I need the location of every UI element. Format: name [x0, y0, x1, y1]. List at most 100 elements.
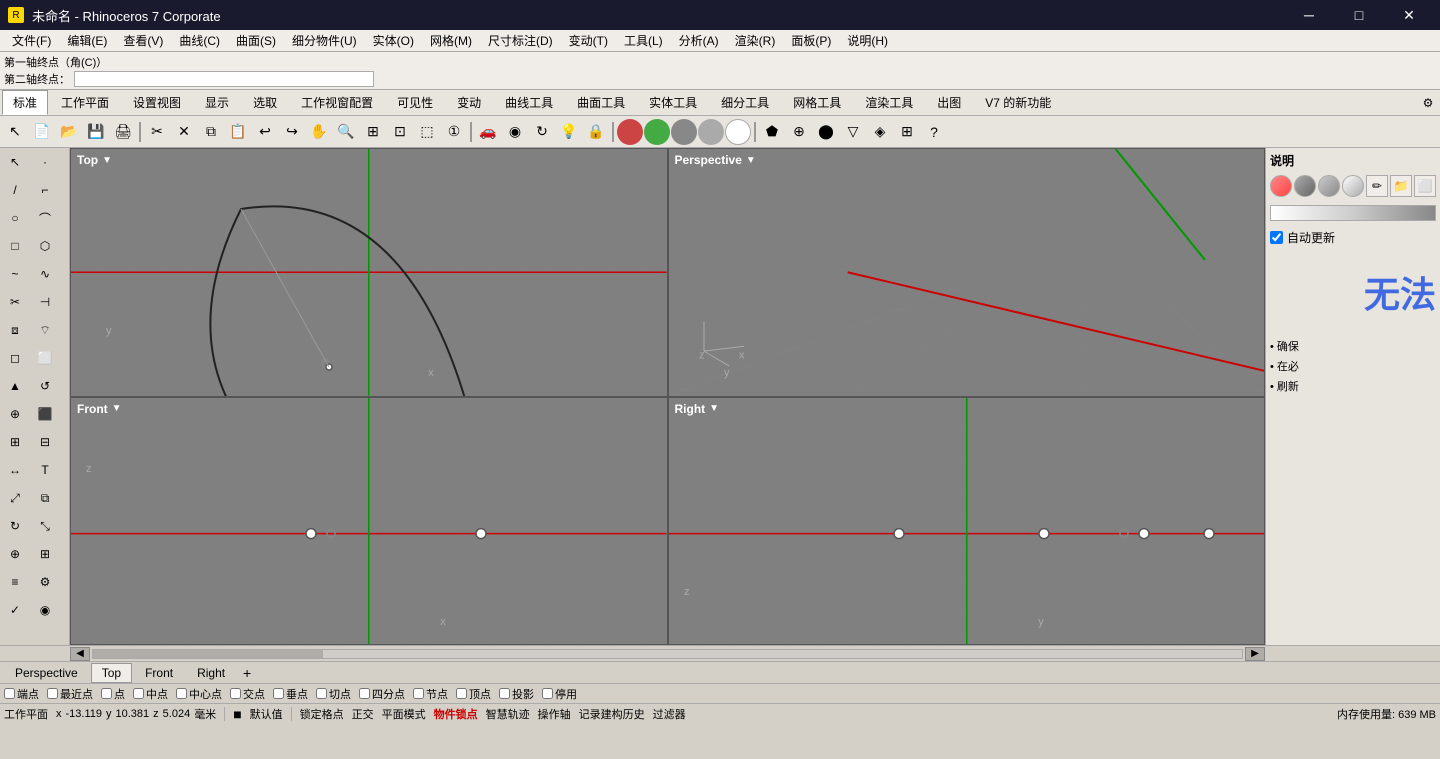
zoom-sel-icon[interactable]: ⊡: [387, 119, 413, 145]
close-button[interactable]: ✕: [1386, 0, 1432, 30]
pan-icon[interactable]: ✋: [306, 119, 332, 145]
tab-workplane[interactable]: 工作平面: [50, 90, 120, 115]
vp-tab-top[interactable]: Top: [91, 663, 132, 683]
tool3-icon[interactable]: ⬤: [813, 119, 839, 145]
tab-standard[interactable]: 标准: [2, 90, 48, 115]
panel-icon-4[interactable]: [1342, 175, 1364, 197]
menu-surface[interactable]: 曲面(S): [228, 30, 284, 51]
trim-tool[interactable]: ✂: [0, 288, 30, 316]
copy2-tool[interactable]: ⧉: [30, 484, 60, 512]
vp-tab-right[interactable]: Right: [186, 663, 236, 683]
render2-icon[interactable]: ◉: [502, 119, 528, 145]
prop-tool[interactable]: ⚙: [30, 568, 60, 596]
auto-update-checkbox[interactable]: 自动更新: [1270, 229, 1436, 246]
text-tool[interactable]: T: [30, 456, 60, 484]
menu-render[interactable]: 渲染(R): [727, 30, 784, 51]
menu-solid[interactable]: 实体(O): [365, 30, 422, 51]
tab-subd-tools[interactable]: 细分工具: [710, 90, 780, 115]
menu-analysis[interactable]: 分析(A): [671, 30, 727, 51]
filter[interactable]: 过滤器: [653, 706, 686, 722]
extend-tool[interactable]: ⊣: [30, 288, 60, 316]
viewport-right-arrow[interactable]: ▼: [709, 403, 719, 414]
color2-icon[interactable]: [644, 119, 670, 145]
tab-select[interactable]: 选取: [242, 90, 288, 115]
snap-mid[interactable]: 中点: [133, 686, 168, 702]
lock-grid[interactable]: 锁定格点: [300, 706, 344, 722]
snap-center[interactable]: 中心点: [176, 686, 222, 702]
record-history[interactable]: 记录建构历史: [579, 706, 645, 722]
select-tool[interactable]: ↖: [0, 148, 30, 176]
color1-icon[interactable]: [617, 119, 643, 145]
polygon-tool[interactable]: ⬡: [30, 232, 60, 260]
surface1-tool[interactable]: ◻: [0, 344, 30, 372]
viewport-front[interactable]: Front ▼ z x: [70, 397, 668, 646]
obj-lock[interactable]: 物件锁点: [434, 706, 478, 722]
snap-vertex[interactable]: 顶点: [456, 686, 491, 702]
tool2-icon[interactable]: ⊕: [786, 119, 812, 145]
mesh1-tool[interactable]: ⊞: [0, 428, 30, 456]
move-tool[interactable]: ⤢: [0, 484, 30, 512]
copy-icon[interactable]: ⧉: [198, 119, 224, 145]
scale-tool[interactable]: ⤡: [30, 512, 60, 540]
bool-tool[interactable]: ⊕: [0, 400, 30, 428]
viewport-top-arrow[interactable]: ▼: [102, 155, 112, 166]
mesh2-tool[interactable]: ⊟: [30, 428, 60, 456]
cplane-tool[interactable]: ⊞: [30, 540, 60, 568]
redo-icon[interactable]: ↪: [279, 119, 305, 145]
save-icon[interactable]: 💾: [83, 119, 109, 145]
revolve-tool[interactable]: ↺: [30, 372, 60, 400]
freeform-tool[interactable]: ∿: [30, 260, 60, 288]
menu-edit[interactable]: 编辑(E): [59, 30, 115, 51]
snap-project[interactable]: 投影: [499, 686, 534, 702]
polyline-tool[interactable]: ⌐: [30, 176, 60, 204]
horizontal-scrollbar[interactable]: ◀ ▶: [70, 647, 1265, 661]
rotate2-tool[interactable]: ↻: [0, 512, 30, 540]
tab-viewport-config[interactable]: 工作视窗配置: [290, 90, 384, 115]
snap-endpoint[interactable]: 端点: [4, 686, 39, 702]
line-tool[interactable]: /: [0, 176, 30, 204]
minimize-button[interactable]: ─: [1286, 0, 1332, 30]
menu-file[interactable]: 文件(F): [4, 30, 59, 51]
select-icon[interactable]: ↖: [2, 119, 28, 145]
vp-tab-perspective[interactable]: Perspective: [4, 663, 89, 683]
open-icon[interactable]: 📂: [56, 119, 82, 145]
circle-tool[interactable]: ○: [0, 204, 30, 232]
snap-disable[interactable]: 停用: [542, 686, 577, 702]
panel-icon-7[interactable]: ⬜: [1414, 175, 1436, 197]
ortho[interactable]: 正交: [352, 706, 374, 722]
rect-tool[interactable]: □: [0, 232, 30, 260]
zoom-in-icon[interactable]: 🔍: [333, 119, 359, 145]
tab-display[interactable]: 显示: [194, 90, 240, 115]
dim-tool[interactable]: ↔: [0, 456, 30, 484]
tool5-icon[interactable]: ◈: [867, 119, 893, 145]
scrollbar-track[interactable]: [92, 649, 1243, 659]
help-icon[interactable]: ?: [921, 119, 947, 145]
cut-icon[interactable]: ✂: [144, 119, 170, 145]
light-icon[interactable]: 💡: [556, 119, 582, 145]
tool6-icon[interactable]: ⊞: [894, 119, 920, 145]
menu-mesh[interactable]: 网格(M): [422, 30, 480, 51]
undo-icon[interactable]: ↩: [252, 119, 278, 145]
menu-subd[interactable]: 细分物件(U): [284, 30, 365, 51]
check-tool[interactable]: ✓: [0, 596, 30, 624]
panel-icon-6[interactable]: 📁: [1390, 175, 1412, 197]
snap-tool[interactable]: ⊕: [0, 540, 30, 568]
delete-icon[interactable]: ✕: [171, 119, 197, 145]
zoom-ext-icon[interactable]: ⊞: [360, 119, 386, 145]
planar[interactable]: 平面模式: [382, 706, 426, 722]
menu-panels[interactable]: 面板(P): [783, 30, 839, 51]
tab-v7new[interactable]: V7 的新功能: [974, 90, 1062, 115]
menu-curve[interactable]: 曲线(C): [171, 30, 228, 51]
menu-dim[interactable]: 尺寸标注(D): [480, 30, 561, 51]
arc-tool[interactable]: ⌒: [30, 204, 60, 232]
panel-icon-5[interactable]: ✏: [1366, 175, 1388, 197]
panel-icon-3[interactable]: [1318, 175, 1340, 197]
curve-tool[interactable]: ~: [0, 260, 30, 288]
snap-nearest[interactable]: 最近点: [47, 686, 93, 702]
snap-knot[interactable]: 节点: [413, 686, 448, 702]
color5-icon[interactable]: [725, 119, 751, 145]
panel-icon-1[interactable]: [1270, 175, 1292, 197]
smart-track[interactable]: 智慧轨迹: [486, 706, 530, 722]
offset-tool[interactable]: ⧈: [0, 316, 30, 344]
tab-visibility[interactable]: 可见性: [386, 90, 444, 115]
